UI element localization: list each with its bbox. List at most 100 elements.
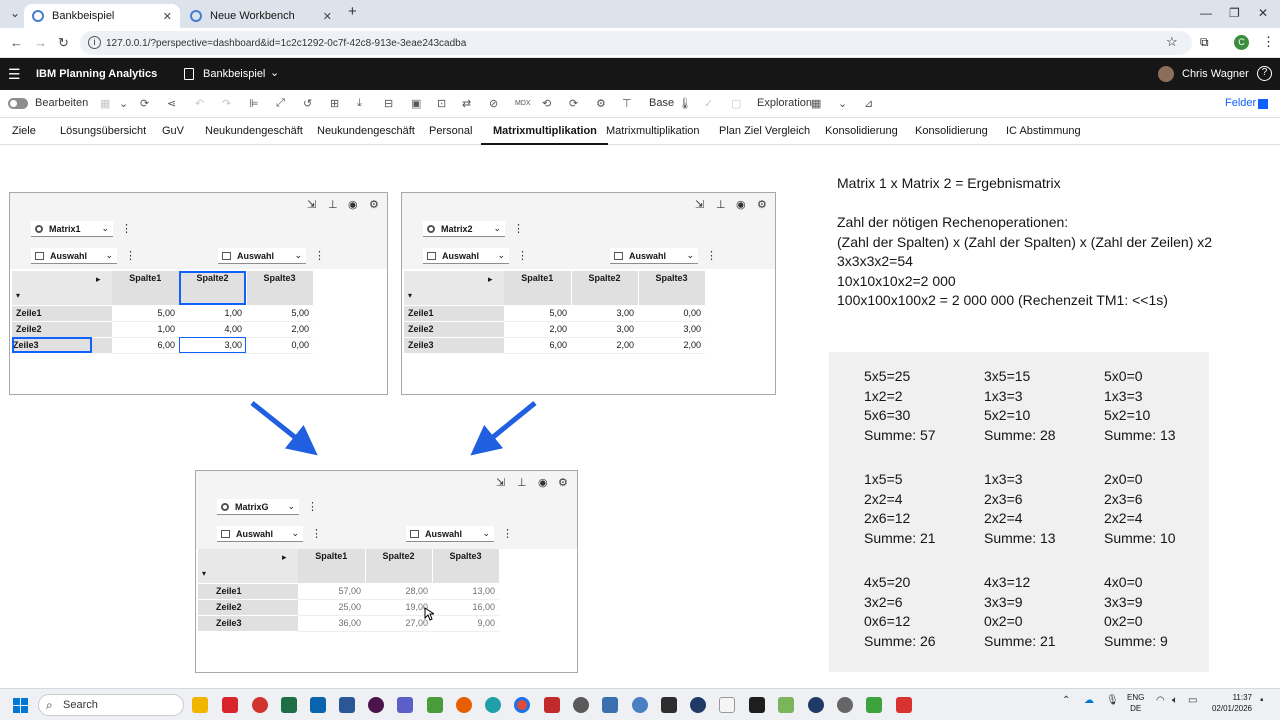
- check-icon[interactable]: ✓: [704, 97, 713, 110]
- book-chevron-down-icon[interactable]: ⌄: [270, 66, 279, 79]
- expand-rows-icon[interactable]: ▾: [12, 287, 92, 305]
- help-icon[interactable]: ?: [1257, 66, 1272, 81]
- data-cell[interactable]: 3,00: [571, 305, 638, 322]
- user-name[interactable]: Chris Wagner: [1182, 68, 1249, 80]
- row-overflow-menu-icon[interactable]: ⋮: [311, 527, 322, 540]
- row-header[interactable]: Zeile1: [198, 582, 298, 599]
- sheet-tab[interactable]: Matrixmultiplikation: [606, 125, 700, 137]
- row-overflow-menu-icon[interactable]: ⋮: [517, 249, 528, 262]
- expand-cols-icon[interactable]: ▸: [484, 271, 504, 287]
- sheet-tab[interactable]: Plan Ziel Vergleich: [719, 125, 810, 137]
- cube-selector[interactable]: MatrixG ⌄: [217, 499, 299, 515]
- acrobat-icon[interactable]: [252, 697, 268, 713]
- grid-icon[interactable]: ▦: [100, 97, 110, 110]
- hamburger-menu-icon[interactable]: ☰: [8, 66, 21, 83]
- column-overflow-menu-icon[interactable]: ⋮: [314, 249, 325, 262]
- swap-icon[interactable]: ⇄: [462, 97, 471, 110]
- felder-button[interactable]: Felder: [1225, 97, 1256, 109]
- recalculate-icon[interactable]: ⟳: [569, 97, 578, 110]
- hierarchy-swap-icon[interactable]: ⇲: [496, 476, 505, 489]
- vivaldi-icon[interactable]: [544, 697, 560, 713]
- sheet-tab-active[interactable]: Matrixmultiplikation: [481, 125, 608, 145]
- minimize-icon[interactable]: —: [1200, 6, 1212, 20]
- extensions-icon[interactable]: ⧉: [1200, 35, 1209, 50]
- close-tab-icon[interactable]: ✕: [323, 10, 332, 23]
- eye-icon[interactable]: ◉: [538, 476, 548, 489]
- gear-icon[interactable]: ⚙: [369, 198, 379, 211]
- felder-panel-icon[interactable]: [1258, 99, 1268, 109]
- column-header[interactable]: Spalte1: [298, 549, 366, 583]
- slack-icon[interactable]: [368, 697, 384, 713]
- cube-overflow-menu-icon[interactable]: ⋮: [121, 222, 132, 235]
- notification-icon[interactable]: ▪: [1260, 695, 1264, 706]
- export-icon[interactable]: ⊥: [328, 198, 338, 211]
- settings-app-icon[interactable]: [573, 697, 589, 713]
- reset-icon[interactable]: ↺: [303, 97, 312, 110]
- calculation-icon[interactable]: ⊡: [437, 97, 446, 110]
- export-icon[interactable]: ⊟: [384, 97, 393, 110]
- column-header[interactable]: Spalte3: [638, 271, 706, 305]
- battery-icon[interactable]: ▭: [1188, 695, 1197, 706]
- share-icon[interactable]: ⋖: [167, 97, 176, 110]
- sheet-tab[interactable]: Konsolidierung: [825, 125, 898, 137]
- download-icon[interactable]: ⤓: [357, 97, 362, 110]
- app-red-icon[interactable]: [896, 697, 912, 713]
- profile-avatar[interactable]: C: [1234, 35, 1249, 50]
- chart-icon[interactable]: ⊿: [864, 97, 873, 110]
- clock[interactable]: 11:37 02/01/2026: [1206, 692, 1252, 714]
- undo-icon[interactable]: ↶: [195, 97, 204, 110]
- data-cell[interactable]: 2,00: [638, 337, 705, 354]
- sheet-tab[interactable]: Konsolidierung: [915, 125, 988, 137]
- cube-overflow-menu-icon[interactable]: ⋮: [307, 500, 318, 513]
- export-icon[interactable]: ⊥: [716, 198, 726, 211]
- data-cell[interactable]: 13,00: [432, 583, 499, 600]
- language-indicator[interactable]: ENG DE: [1127, 692, 1144, 714]
- linux-icon[interactable]: [719, 697, 735, 713]
- gear-icon[interactable]: ⚙: [757, 198, 767, 211]
- sheet-tab[interactable]: Ziele: [12, 125, 36, 137]
- tray-overflow-icon[interactable]: ⌃: [1062, 695, 1070, 706]
- expand-cols-icon[interactable]: ▸: [92, 271, 112, 287]
- column-header[interactable]: Spalte2: [179, 271, 247, 305]
- grid-chevron-icon[interactable]: ⌄: [119, 97, 128, 110]
- tab-list-chevron-icon[interactable]: ⌄: [10, 6, 20, 20]
- notepad-icon[interactable]: [427, 697, 443, 713]
- sheet-tab[interactable]: GuV: [162, 125, 184, 137]
- suppress-zeros-icon[interactable]: ⊘: [489, 97, 498, 110]
- frame-icon[interactable]: ▢: [731, 97, 741, 110]
- data-cell[interactable]: 4,00: [179, 321, 246, 338]
- data-cell[interactable]: 2,00: [571, 337, 638, 354]
- book-title[interactable]: Bankbeispiel: [203, 68, 265, 80]
- row-selector[interactable]: Auswahl ⌄: [423, 248, 509, 264]
- row-header[interactable]: Zeile1: [404, 304, 504, 321]
- row-selector[interactable]: Auswahl ⌄: [217, 526, 303, 542]
- cube-selector[interactable]: Matrix2 ⌄: [423, 221, 505, 237]
- row-header[interactable]: Zeile2: [404, 320, 504, 337]
- data-entry-icon[interactable]: ⊫: [249, 97, 259, 110]
- exploration-label[interactable]: Exploration: [757, 97, 812, 109]
- thermometer-icon[interactable]: 🌡︎: [678, 97, 692, 110]
- firefox-icon[interactable]: [456, 697, 472, 713]
- snipping-icon[interactable]: [661, 697, 677, 713]
- outlook-icon[interactable]: [310, 697, 326, 713]
- column-selector[interactable]: Auswahl ⌄: [610, 248, 698, 264]
- word-icon[interactable]: [339, 697, 355, 713]
- forward-icon[interactable]: →: [34, 35, 47, 50]
- data-cell[interactable]: 6,00: [112, 337, 179, 354]
- edge-icon[interactable]: [485, 697, 501, 713]
- edit-mode-toggle[interactable]: [8, 98, 28, 109]
- browser-tab-bankbeispiel[interactable]: Bankbeispiel ✕: [24, 4, 180, 28]
- sheet-tab[interactable]: Lösungsübersicht: [60, 125, 146, 137]
- data-cell[interactable]: 3,00: [638, 321, 705, 338]
- data-cell[interactable]: 9,00: [432, 615, 499, 632]
- data-cell[interactable]: 0,00: [638, 305, 705, 322]
- hierarchy-swap-icon[interactable]: ⇲: [307, 198, 316, 211]
- bookmark-star-icon[interactable]: ☆: [1166, 34, 1178, 50]
- sheet-tab[interactable]: Neukundengeschäft: [205, 125, 303, 137]
- data-cell[interactable]: 1,00: [179, 305, 246, 322]
- sheet-tab[interactable]: Neukundengeschäft: [317, 125, 415, 137]
- user-avatar[interactable]: [1158, 66, 1174, 82]
- column-selector[interactable]: Auswahl ⌄: [406, 526, 494, 542]
- view-chevron-icon[interactable]: ⌄: [838, 97, 847, 110]
- column-header[interactable]: Spalte2: [571, 271, 639, 305]
